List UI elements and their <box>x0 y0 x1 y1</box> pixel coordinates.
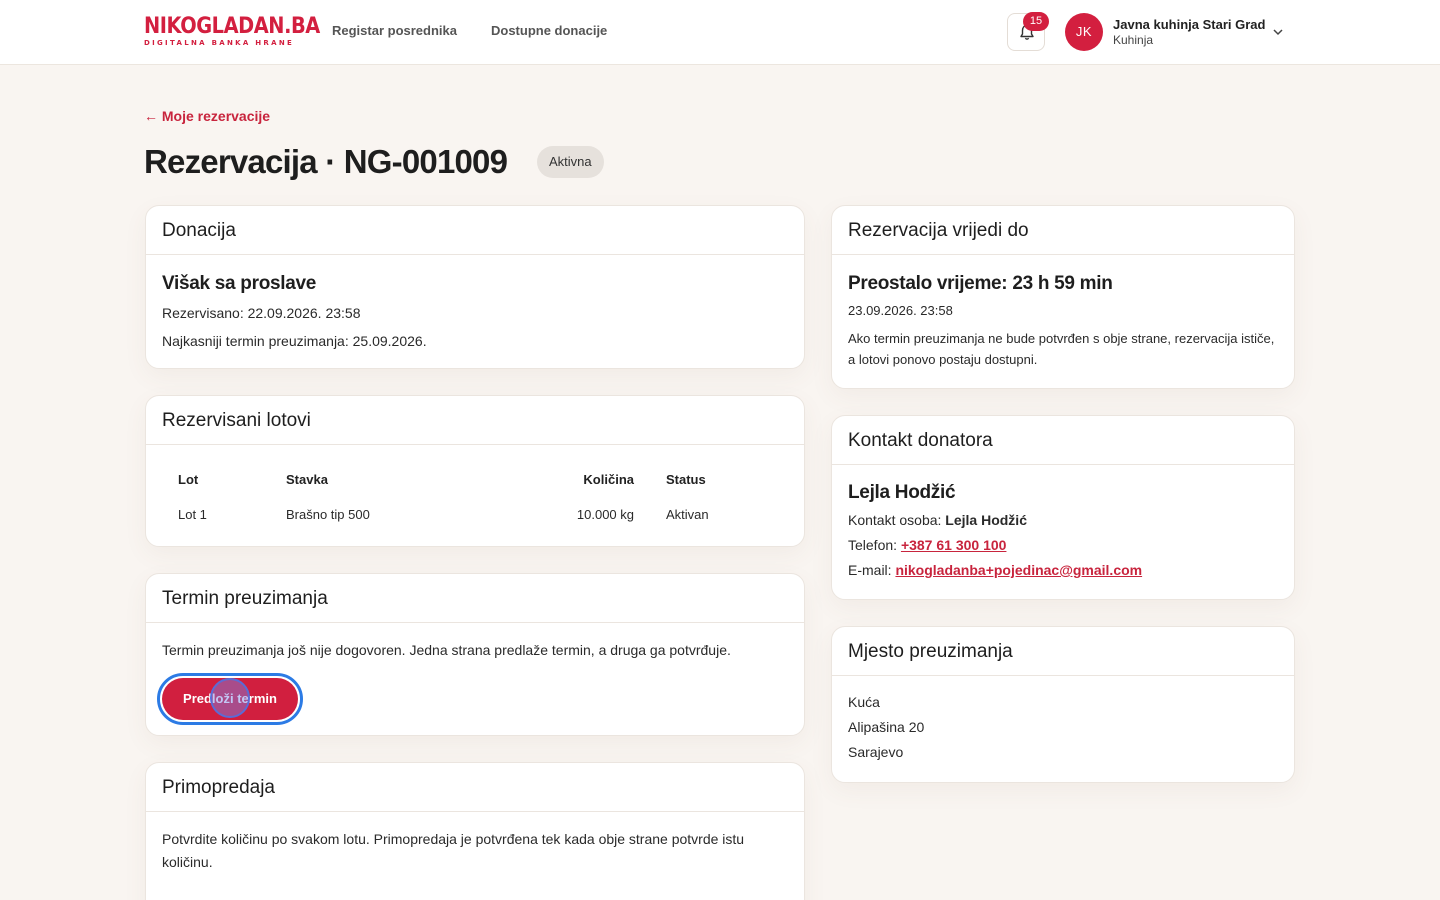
email-link[interactable]: nikogladanba+pojedinac@gmail.com <box>895 562 1142 578</box>
valid-until: 23.09.2026. 23:58 <box>848 303 953 318</box>
item-cell: Brašno tip 500 <box>286 506 370 522</box>
status-cell: Aktivan <box>666 506 709 522</box>
donation-card-title: Donacija <box>146 206 804 255</box>
column-header-stavka: Stavka <box>286 471 328 487</box>
column-header-lot: Lot <box>178 471 199 487</box>
reserved-at: Rezervisano: 22.09.2026. 23:58 <box>162 305 361 321</box>
donor-contact-card: Kontakt donatora Lejla Hodžić Kontakt os… <box>831 415 1295 600</box>
column-header-status: Status <box>666 471 706 487</box>
location-line: Sarajevo <box>848 744 904 760</box>
table-row: Lot 1 Brašno tip 500 10.000 kg Aktivan <box>162 496 790 532</box>
lot-cell: Lot 1 <box>178 506 207 522</box>
chevron-down-icon[interactable] <box>1272 26 1284 38</box>
avatar[interactable]: JK <box>1065 13 1103 51</box>
column-header-kolicina: Količina <box>583 471 634 487</box>
back-to-reservations-link[interactable]: ← Moje rezervacije <box>144 108 270 124</box>
donor-name: Lejla Hodžić <box>848 482 956 503</box>
cursor-click-indicator <box>210 678 250 718</box>
reservation-valid-title: Rezervacija vrijedi do <box>832 206 1294 255</box>
user-name[interactable]: Javna kuhinja Stari Grad <box>1113 17 1265 32</box>
reservation-valid-card: Rezervacija vrijedi do Preostalo vrijeme… <box>831 205 1295 389</box>
location-line: Alipašina 20 <box>848 719 925 735</box>
pickup-term-card: Termin preuzimanja Termin preuzimanja jo… <box>145 573 805 736</box>
user-role: Kuhinja <box>1113 33 1154 47</box>
donor-contact-title: Kontakt donatora <box>832 416 1294 465</box>
location-line: Kuća <box>848 694 880 710</box>
handover-card: Primopredaja Potvrdite količinu po svako… <box>145 762 805 900</box>
notification-count-badge: 15 <box>1023 12 1049 31</box>
status-badge: Aktivna <box>537 146 604 178</box>
pickup-term-title: Termin preuzimanja <box>146 574 804 623</box>
phone-row: Telefon: +387 61 300 100 <box>848 537 1007 553</box>
pickup-term-text: Termin preuzimanja još nije dogovoren. J… <box>162 642 731 658</box>
logo[interactable]: NIKOGLADAN.BA DIGITALNA BANKA HRANE <box>144 15 320 49</box>
donation-card: Donacija Višak sa proslave Rezervisano: … <box>145 205 805 369</box>
reserved-lots-card: Rezervisani lotovi Lot Stavka Količina S… <box>145 395 805 547</box>
contact-person-row: Kontakt osoba: Lejla Hodžić <box>848 512 1027 528</box>
latest-pickup: Najkasniji termin preuzimanja: 25.09.202… <box>162 333 427 349</box>
nav-registar-posrednika[interactable]: Registar posrednika <box>332 23 457 38</box>
email-row: E-mail: nikogladanba+pojedinac@gmail.com <box>848 562 1143 578</box>
top-bar: NIKOGLADAN.BA DIGITALNA BANKA HRANE Regi… <box>0 0 1440 65</box>
nav-dostupne-donacije[interactable]: Dostupne donacije <box>491 23 607 38</box>
quantity-cell: 10.000 kg <box>576 506 634 522</box>
pickup-location-card: Mjesto preuzimanja Kuća Alipašina 20 Sar… <box>831 626 1295 783</box>
lots-table: Lot Stavka Količina Status Lot 1 Brašno … <box>162 462 790 532</box>
handover-title: Primopredaja <box>146 763 804 812</box>
reserved-lots-title: Rezervisani lotovi <box>146 396 804 445</box>
pickup-location-title: Mjesto preuzimanja <box>832 627 1294 676</box>
donation-name: Višak sa proslave <box>162 273 317 294</box>
contact-person: Lejla Hodžić <box>945 512 1027 528</box>
remaining-time: Preostalo vrijeme: 23 h 59 min <box>848 273 1113 294</box>
expiry-note: Ako termin preuzimanja ne bude potvrđen … <box>848 331 1275 367</box>
handover-text: Potvrdite količinu po svakom lotu. Primo… <box>162 831 745 870</box>
phone-link[interactable]: +387 61 300 100 <box>901 537 1007 553</box>
page-title: Rezervacija · NG-001009 <box>144 143 508 180</box>
